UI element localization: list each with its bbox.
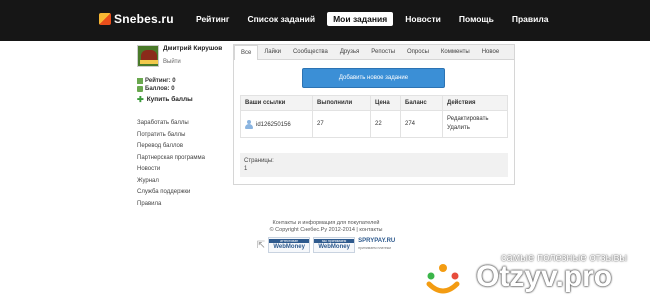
profile-block: Дмитрий Кирушов Выйти (137, 45, 229, 67)
main-nav: Рейтинг Список заданий Мои задания Новос… (190, 12, 560, 26)
sidebar-item-spend[interactable]: Потратить баллы (137, 130, 229, 142)
done-cell: 27 (312, 110, 371, 138)
sprypay-badge[interactable]: SPRYPAY.RU принимаем платежи (358, 238, 395, 252)
col-actions: Действия (442, 95, 508, 111)
tab-polls[interactable]: Опросы (401, 45, 435, 59)
pagination-label: Страницы: (244, 158, 274, 164)
edit-link[interactable]: Редактировать (447, 115, 503, 124)
logo-text: Snebes.ru (114, 12, 174, 26)
logo-icon (99, 13, 111, 25)
page-link-1[interactable]: 1 (244, 165, 504, 173)
sidebar-item-news[interactable]: Новости (137, 164, 229, 176)
sidebar-menu: Заработать баллы Потратить баллы Перевод… (137, 118, 229, 210)
balance-text: Баллов: 0 (145, 86, 175, 92)
avatar[interactable] (137, 45, 159, 67)
rating-text: Рейтинг: 0 (145, 78, 176, 84)
task-type-tabs: Все Лайки Сообщества Друзья Репосты Опро… (234, 45, 514, 60)
buy-points-label: Купить баллы (146, 96, 193, 103)
col-price: Цена (370, 95, 401, 111)
spry-subtext: принимаем платежи (358, 246, 392, 250)
tab-likes[interactable]: Лайки (258, 45, 287, 59)
payment-badges: ⇱ аттестован WebMoney мы принимаем WebMo… (240, 237, 412, 253)
nav-news[interactable]: Новости (399, 12, 447, 26)
tasks-panel: Все Лайки Сообщества Друзья Репосты Опро… (233, 44, 515, 185)
footer-copyright: © Copyright Снебес.Ру 2012-2014 | контак… (269, 227, 383, 233)
wm2-text: WebMoney (318, 244, 350, 250)
buy-points-link[interactable]: ✚ Купить баллы (137, 95, 229, 104)
actions-cell: Редактировать Удалить (442, 110, 508, 138)
user-icon (245, 119, 253, 129)
otzyv-watermark: самые полезные отзывы Otzyv.pro (420, 248, 650, 304)
nav-my-tasks[interactable]: Мои задания (327, 12, 394, 26)
coins-icon (137, 86, 143, 92)
sidebar-item-rules[interactable]: Правила (137, 199, 229, 211)
price-cell: 22 (370, 110, 401, 138)
tab-communities[interactable]: Сообщества (287, 45, 334, 59)
table-header-row: Ваши ссылки Выполнили Цена Баланс Действ… (240, 95, 508, 111)
webmoney-accept-badge[interactable]: мы принимаем WebMoney (313, 237, 356, 253)
pagination: Страницы: 1 (240, 153, 508, 177)
task-link[interactable]: id126250156 (256, 122, 291, 128)
table-row: id126250156 27 22 274 Редактировать Удал… (240, 110, 508, 138)
nav-help[interactable]: Помощь (453, 12, 500, 26)
sidebar-item-earn[interactable]: Заработать баллы (137, 118, 229, 130)
rating-stat: Рейтинг: 0 (137, 77, 229, 85)
col-balance: Баланс (400, 95, 443, 111)
tab-comments[interactable]: Комменты (435, 45, 476, 59)
nav-task-list[interactable]: Список заданий (241, 12, 321, 26)
footer-contacts-link[interactable]: Контакты и информация для покупателей (240, 220, 412, 227)
balance-stat: Баллов: 0 (137, 85, 229, 93)
otzyv-logo-icon (426, 264, 460, 294)
logout-link[interactable]: Выйти (163, 59, 222, 65)
webmoney-attested-badge[interactable]: аттестован WebMoney (268, 237, 311, 253)
col-links: Ваши ссылки (240, 95, 313, 111)
add-task-button[interactable]: Добавить новое задание (302, 68, 445, 88)
sidebar-item-journal[interactable]: Журнал (137, 176, 229, 188)
col-done: Выполнили (312, 95, 371, 111)
sidebar-item-support[interactable]: Служба поддержки (137, 187, 229, 199)
link-cell: id126250156 (240, 110, 313, 138)
balance-cell: 274 (400, 110, 443, 138)
tasks-table: Ваши ссылки Выполнили Цена Баланс Действ… (240, 95, 508, 138)
sidebar-item-partner[interactable]: Партнерская программа (137, 153, 229, 165)
user-name[interactable]: Дмитрий Кирушов (163, 45, 222, 52)
arrow-icon: ⇱ (256, 239, 266, 251)
otzyv-brand: Otzyv.pro (476, 260, 613, 293)
top-navigation-bar: Snebes.ru Рейтинг Список заданий Мои зад… (0, 0, 650, 41)
site-logo[interactable]: Snebes.ru (99, 12, 174, 26)
tab-reposts[interactable]: Репосты (365, 45, 401, 59)
sidebar-item-transfer[interactable]: Перевод баллов (137, 141, 229, 153)
plus-icon: ✚ (137, 95, 144, 104)
tab-all[interactable]: Все (234, 45, 259, 60)
user-stats: Рейтинг: 0 Баллов: 0 ✚ Купить баллы (137, 77, 229, 104)
rating-bars-icon (137, 78, 143, 84)
delete-link[interactable]: Удалить (447, 124, 503, 133)
nav-rating[interactable]: Рейтинг (190, 12, 235, 26)
spry-text: SPRYPAY.RU (358, 238, 396, 244)
nav-rules[interactable]: Правила (506, 12, 555, 26)
wm1-text: WebMoney (273, 244, 305, 250)
tab-friends[interactable]: Друзья (334, 45, 365, 59)
sidebar: Дмитрий Кирушов Выйти Рейтинг: 0 Баллов:… (137, 45, 229, 210)
tab-new[interactable]: Новое (476, 45, 505, 59)
footer: Контакты и информация для покупателей © … (240, 220, 412, 253)
